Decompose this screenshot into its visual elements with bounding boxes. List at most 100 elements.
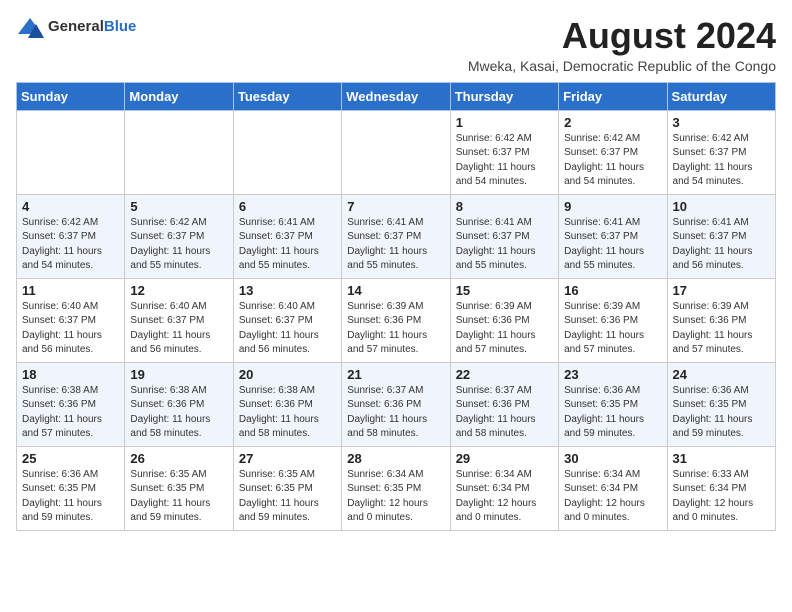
- day-info: Sunrise: 6:34 AM Sunset: 6:34 PM Dayligh…: [564, 468, 661, 526]
- day-info: Sunrise: 6:41 AM Sunset: 6:37 PM Dayligh…: [673, 216, 770, 274]
- weekday-header-friday: Friday: [559, 82, 667, 110]
- calendar-cell: 31 Sunrise: 6:33 AM Sunset: 6:34 PM Dayli…: [667, 446, 775, 530]
- day-info: Sunrise: 6:38 AM Sunset: 6:36 PM Dayligh…: [22, 384, 119, 442]
- calendar-week-5: 25Sunrise: 6:36 AM Sunset: 6:35 PM Dayli…: [17, 446, 776, 530]
- calendar-cell: 24Sunrise: 6:36 AM Sunset: 6:35 PM Dayli…: [667, 362, 775, 446]
- day-info: Sunrise: 6:42 AM Sunset: 6:37 PM Dayligh…: [673, 132, 770, 190]
- calendar-cell: 6 Sunrise: 6:41 AM Sunset: 6:37 PM Daylig…: [233, 194, 341, 278]
- day-info: Sunrise: 6:42 AM Sunset: 6:37 PM Dayligh…: [456, 132, 553, 190]
- day-info: Sunrise: 6:34 AM Sunset: 6:34 PM Dayligh…: [456, 468, 553, 526]
- calendar-cell: 7 Sunrise: 6:41 AM Sunset: 6:37 PM Daylig…: [342, 194, 450, 278]
- weekday-header-saturday: Saturday: [667, 82, 775, 110]
- day-number: 14: [347, 283, 444, 298]
- day-number: 2: [564, 115, 661, 130]
- weekday-header-sunday: Sunday: [17, 82, 125, 110]
- day-info: Sunrise: 6:33 AM Sunset: 6:34 PM Dayligh…: [673, 468, 770, 526]
- calendar-cell: 30 Sunrise: 6:34 AM Sunset: 6:34 PM Dayli…: [559, 446, 667, 530]
- day-number: 21: [347, 367, 444, 382]
- calendar-cell: 28 Sunrise: 6:34 AM Sunset: 6:35 PM Dayli…: [342, 446, 450, 530]
- month-title: August 2024: [468, 16, 776, 56]
- day-number: 29: [456, 451, 553, 466]
- day-number: 16: [564, 283, 661, 298]
- day-number: 22: [456, 367, 553, 382]
- calendar-cell: 5 Sunrise: 6:42 AM Sunset: 6:37 PM Daylig…: [125, 194, 233, 278]
- calendar-header-row: SundayMondayTuesdayWednesdayThursdayFrid…: [17, 82, 776, 110]
- day-number: 5: [130, 199, 227, 214]
- calendar-cell: 4 Sunrise: 6:42 AM Sunset: 6:37 PM Daylig…: [17, 194, 125, 278]
- calendar-cell: 3 Sunrise: 6:42 AM Sunset: 6:37 PM Daylig…: [667, 110, 775, 194]
- weekday-header-monday: Monday: [125, 82, 233, 110]
- calendar-cell: 2 Sunrise: 6:42 AM Sunset: 6:37 PM Daylig…: [559, 110, 667, 194]
- day-number: 12: [130, 283, 227, 298]
- calendar-week-4: 18 Sunrise: 6:38 AM Sunset: 6:36 PM Dayli…: [17, 362, 776, 446]
- day-info: Sunrise: 6:40 AM Sunset: 6:37 PM Dayligh…: [130, 300, 227, 358]
- logo-general: General: [48, 18, 104, 35]
- day-number: 25: [22, 451, 119, 466]
- page-header: GeneralBlue August 2024 Mweka, Kasai, De…: [16, 16, 776, 74]
- calendar-cell: [233, 110, 341, 194]
- day-number: 8: [456, 199, 553, 214]
- day-info: Sunrise: 6:35 AM Sunset: 6:35 PM Dayligh…: [130, 468, 227, 526]
- calendar-cell: 9 Sunrise: 6:41 AM Sunset: 6:37 PM Daylig…: [559, 194, 667, 278]
- calendar-cell: 20Sunrise: 6:38 AM Sunset: 6:36 PM Dayli…: [233, 362, 341, 446]
- day-info: Sunrise: 6:41 AM Sunset: 6:37 PM Dayligh…: [456, 216, 553, 274]
- calendar-cell: 18 Sunrise: 6:38 AM Sunset: 6:36 PM Dayli…: [17, 362, 125, 446]
- calendar-cell: 14 Sunrise: 6:39 AM Sunset: 6:36 PM Dayli…: [342, 278, 450, 362]
- logo-text: GeneralBlue: [48, 18, 136, 36]
- day-info: Sunrise: 6:34 AM Sunset: 6:35 PM Dayligh…: [347, 468, 444, 526]
- calendar-cell: 25Sunrise: 6:36 AM Sunset: 6:35 PM Dayli…: [17, 446, 125, 530]
- calendar-week-2: 4 Sunrise: 6:42 AM Sunset: 6:37 PM Daylig…: [17, 194, 776, 278]
- day-number: 9: [564, 199, 661, 214]
- day-number: 18: [22, 367, 119, 382]
- calendar-table: SundayMondayTuesdayWednesdayThursdayFrid…: [16, 82, 776, 531]
- calendar-cell: [125, 110, 233, 194]
- day-info: Sunrise: 6:39 AM Sunset: 6:36 PM Dayligh…: [673, 300, 770, 358]
- weekday-header-thursday: Thursday: [450, 82, 558, 110]
- day-number: 23: [564, 367, 661, 382]
- calendar-week-1: 1 Sunrise: 6:42 AM Sunset: 6:37 PM Daylig…: [17, 110, 776, 194]
- day-info: Sunrise: 6:35 AM Sunset: 6:35 PM Dayligh…: [239, 468, 336, 526]
- day-info: Sunrise: 6:39 AM Sunset: 6:36 PM Dayligh…: [456, 300, 553, 358]
- logo: GeneralBlue: [16, 16, 136, 38]
- day-info: Sunrise: 6:42 AM Sunset: 6:37 PM Dayligh…: [130, 216, 227, 274]
- day-number: 11: [22, 283, 119, 298]
- day-number: 3: [673, 115, 770, 130]
- day-info: Sunrise: 6:40 AM Sunset: 6:37 PM Dayligh…: [239, 300, 336, 358]
- day-info: Sunrise: 6:41 AM Sunset: 6:37 PM Dayligh…: [347, 216, 444, 274]
- day-info: Sunrise: 6:41 AM Sunset: 6:37 PM Dayligh…: [239, 216, 336, 274]
- day-info: Sunrise: 6:36 AM Sunset: 6:35 PM Dayligh…: [673, 384, 770, 442]
- location-subtitle: Mweka, Kasai, Democratic Republic of the…: [468, 58, 776, 74]
- day-number: 20: [239, 367, 336, 382]
- calendar-cell: 22Sunrise: 6:37 AM Sunset: 6:36 PM Dayli…: [450, 362, 558, 446]
- day-number: 7: [347, 199, 444, 214]
- calendar-cell: 10 Sunrise: 6:41 AM Sunset: 6:37 PM Dayli…: [667, 194, 775, 278]
- day-number: 4: [22, 199, 119, 214]
- calendar-cell: 23 Sunrise: 6:36 AM Sunset: 6:35 PM Dayli…: [559, 362, 667, 446]
- calendar-cell: 21 Sunrise: 6:37 AM Sunset: 6:36 PM Dayli…: [342, 362, 450, 446]
- calendar-cell: 27Sunrise: 6:35 AM Sunset: 6:35 PM Dayli…: [233, 446, 341, 530]
- day-info: Sunrise: 6:36 AM Sunset: 6:35 PM Dayligh…: [564, 384, 661, 442]
- day-number: 15: [456, 283, 553, 298]
- day-number: 1: [456, 115, 553, 130]
- day-number: 19: [130, 367, 227, 382]
- weekday-header-wednesday: Wednesday: [342, 82, 450, 110]
- day-number: 26: [130, 451, 227, 466]
- calendar-cell: 1 Sunrise: 6:42 AM Sunset: 6:37 PM Daylig…: [450, 110, 558, 194]
- day-info: Sunrise: 6:42 AM Sunset: 6:37 PM Dayligh…: [564, 132, 661, 190]
- calendar-cell: 16 Sunrise: 6:39 AM Sunset: 6:36 PM Dayli…: [559, 278, 667, 362]
- day-number: 30: [564, 451, 661, 466]
- day-number: 31: [673, 451, 770, 466]
- calendar-cell: 12 Sunrise: 6:40 AM Sunset: 6:37 PM Dayli…: [125, 278, 233, 362]
- day-number: 28: [347, 451, 444, 466]
- calendar-week-3: 11 Sunrise: 6:40 AM Sunset: 6:37 PM Dayli…: [17, 278, 776, 362]
- day-info: Sunrise: 6:39 AM Sunset: 6:36 PM Dayligh…: [347, 300, 444, 358]
- day-info: Sunrise: 6:42 AM Sunset: 6:37 PM Dayligh…: [22, 216, 119, 274]
- day-info: Sunrise: 6:37 AM Sunset: 6:36 PM Dayligh…: [347, 384, 444, 442]
- calendar-cell: 13Sunrise: 6:40 AM Sunset: 6:37 PM Dayli…: [233, 278, 341, 362]
- title-block: August 2024 Mweka, Kasai, Democratic Rep…: [468, 16, 776, 74]
- day-number: 6: [239, 199, 336, 214]
- day-info: Sunrise: 6:39 AM Sunset: 6:36 PM Dayligh…: [564, 300, 661, 358]
- logo-icon: [16, 16, 44, 38]
- day-number: 10: [673, 199, 770, 214]
- day-info: Sunrise: 6:41 AM Sunset: 6:37 PM Dayligh…: [564, 216, 661, 274]
